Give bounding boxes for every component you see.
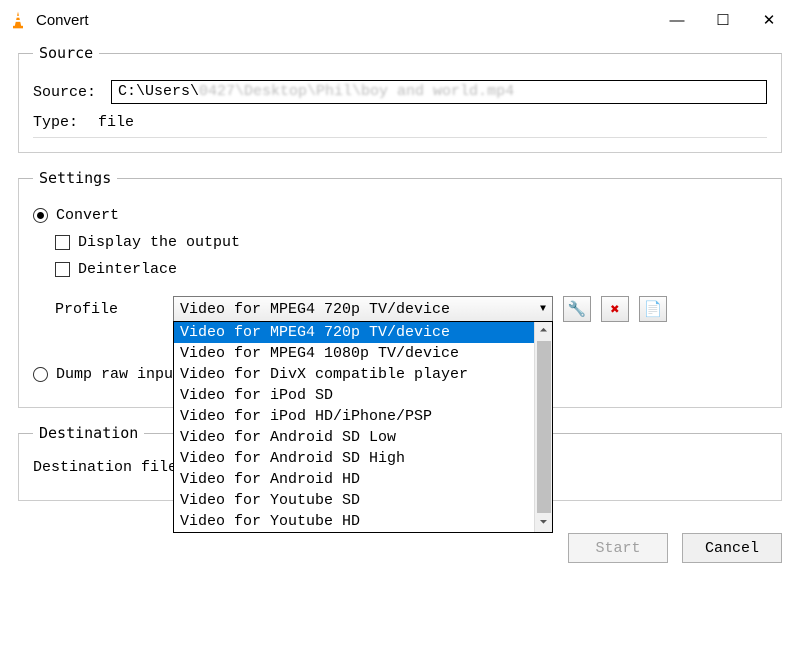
source-legend: Source xyxy=(33,44,99,62)
convert-radio-label: Convert xyxy=(56,207,119,224)
convert-radio[interactable] xyxy=(33,208,48,223)
settings-group: Settings Convert Display the output Dein… xyxy=(18,169,782,408)
settings-legend: Settings xyxy=(33,169,117,187)
scroll-down-icon[interactable]: ⏷ xyxy=(535,514,552,532)
dropdown-scrollbar[interactable]: ⏶ ⏷ xyxy=(534,322,552,532)
new-profile-button[interactable]: 📄 xyxy=(639,296,667,322)
start-button[interactable]: Start xyxy=(568,533,668,563)
edit-profile-button[interactable]: 🔧 xyxy=(563,296,591,322)
close-button[interactable]: ✕ xyxy=(746,4,792,36)
deinterlace-checkbox[interactable] xyxy=(55,262,70,277)
profile-option[interactable]: Video for DivX compatible player xyxy=(174,364,534,385)
minimize-button[interactable]: — xyxy=(654,4,700,36)
new-profile-icon: 📄 xyxy=(644,300,663,319)
source-path-input[interactable]: C:\Users\0427\Desktop\Phil\boy and world… xyxy=(111,80,767,104)
deinterlace-label: Deinterlace xyxy=(78,261,177,278)
profile-combo[interactable]: Video for MPEG4 720p TV/device ▼ Video f… xyxy=(173,296,553,322)
profile-option[interactable]: Video for MPEG4 720p TV/device xyxy=(174,322,534,343)
type-label: Type: xyxy=(33,114,78,131)
window-title: Convert xyxy=(36,12,654,29)
chevron-down-icon: ▼ xyxy=(540,304,546,315)
profile-option[interactable]: Video for Android HD xyxy=(174,469,534,490)
titlebar: Convert — ☐ ✕ xyxy=(0,0,800,40)
window-controls: — ☐ ✕ xyxy=(654,4,792,36)
dump-raw-radio[interactable] xyxy=(33,367,48,382)
profile-option[interactable]: Video for Youtube SD xyxy=(174,490,534,511)
dump-raw-label: Dump raw input xyxy=(56,366,182,383)
maximize-button[interactable]: ☐ xyxy=(700,4,746,36)
profile-option[interactable]: Video for Android SD Low xyxy=(174,427,534,448)
display-output-label: Display the output xyxy=(78,234,240,251)
wrench-icon: 🔧 xyxy=(568,300,587,319)
scroll-thumb[interactable] xyxy=(537,341,551,513)
delete-profile-button[interactable]: ✖ xyxy=(601,296,629,322)
source-group: Source Source: C:\Users\0427\Desktop\Phi… xyxy=(18,44,782,153)
profile-option[interactable]: Video for iPod HD/iPhone/PSP xyxy=(174,406,534,427)
profile-option[interactable]: Video for Youtube HD xyxy=(174,511,534,532)
profile-option[interactable]: Video for iPod SD xyxy=(174,385,534,406)
type-value: file xyxy=(98,114,134,131)
scroll-up-icon[interactable]: ⏶ xyxy=(535,322,552,340)
cancel-button[interactable]: Cancel xyxy=(682,533,782,563)
source-label: Source: xyxy=(33,84,103,101)
profile-label: Profile xyxy=(33,301,163,318)
delete-x-icon: ✖ xyxy=(610,300,619,319)
vlc-cone-icon xyxy=(8,10,28,30)
profile-option[interactable]: Video for MPEG4 1080p TV/device xyxy=(174,343,534,364)
profile-dropdown: Video for MPEG4 720p TV/deviceVideo for … xyxy=(173,321,553,533)
destination-legend: Destination xyxy=(33,424,144,442)
display-output-checkbox[interactable] xyxy=(55,235,70,250)
profile-option[interactable]: Video for Android SD High xyxy=(174,448,534,469)
